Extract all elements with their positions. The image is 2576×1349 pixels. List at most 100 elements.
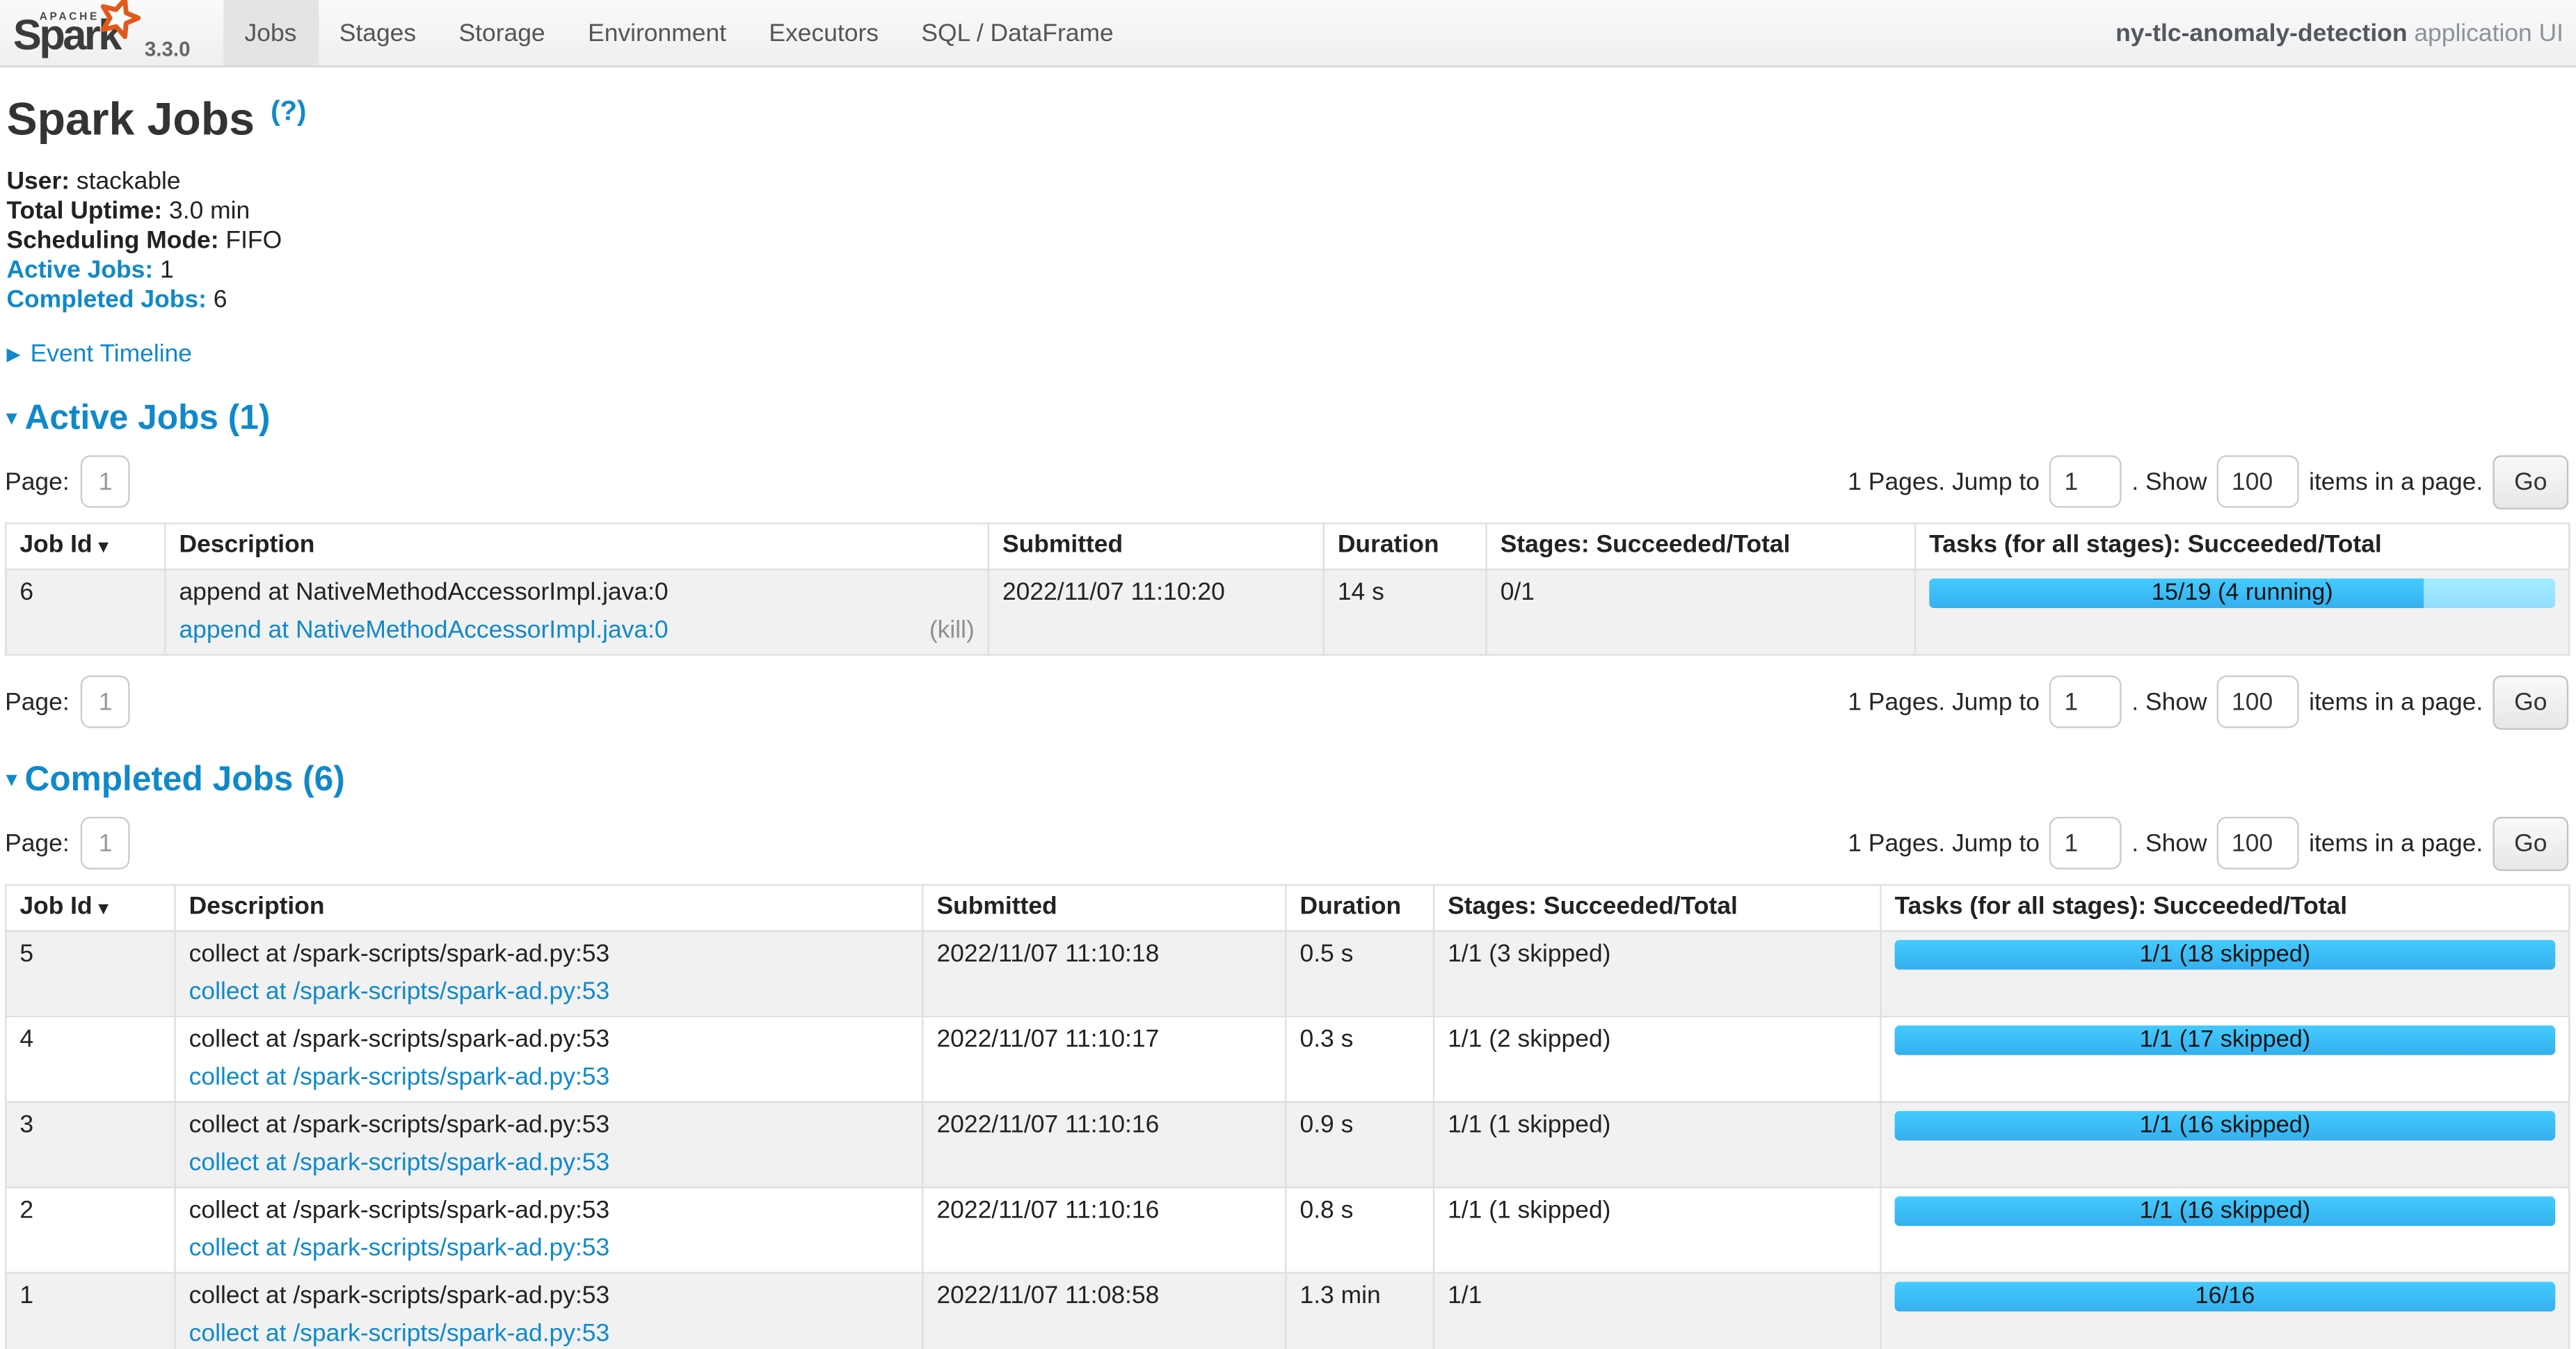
table-row: 4 collect at /spark-scripts/spark-ad.py:… (6, 1016, 2569, 1101)
items-label: items in a page. (2309, 688, 2483, 716)
jump-to-input[interactable] (2049, 676, 2122, 728)
job-description-cell: collect at /spark-scripts/spark-ad.py:53… (175, 1016, 923, 1101)
page-title: Spark Jobs (?) (6, 94, 2570, 147)
pages-info: 1 Pages. Jump to (1848, 688, 2040, 716)
stages-cell: 1/1 (1434, 1272, 1881, 1349)
pagination-row: Page: 1 Pages. Jump to . Show items in a… (5, 454, 2570, 509)
header-job-id[interactable]: Job Id▾ (6, 884, 175, 930)
completed-jobs-section-header[interactable]: ▾Completed Jobs (6) (6, 760, 2570, 800)
table-row: 2 collect at /spark-scripts/spark-ad.py:… (6, 1187, 2569, 1272)
header-duration[interactable]: Duration (1286, 884, 1434, 930)
job-description-link[interactable]: append at NativeMethodAccessorImpl.java:… (179, 616, 668, 644)
go-button[interactable]: Go (2493, 675, 2568, 729)
job-id-cell: 1 (6, 1272, 175, 1349)
header-description[interactable]: Description (175, 884, 923, 930)
job-description-link[interactable]: collect at /spark-scripts/spark-ad.py:53 (189, 1234, 610, 1261)
progress-label: 15/19 (4 running) (1929, 577, 2555, 607)
header-stages[interactable]: Stages: Succeeded/Total (1487, 522, 1916, 568)
tab-executors[interactable]: Executors (748, 0, 900, 65)
event-timeline-toggle[interactable]: ▶Event Timeline (6, 340, 2570, 367)
active-jobs-table: Job Id▾ Description Submitted Duration S… (5, 522, 2570, 655)
tab-jobs[interactable]: Jobs (223, 0, 318, 65)
job-description-cell: collect at /spark-scripts/spark-ad.py:53… (175, 1187, 923, 1272)
header-description[interactable]: Description (165, 522, 988, 568)
show-items-input[interactable] (2217, 676, 2299, 728)
job-id-cell: 5 (6, 930, 175, 1016)
tasks-cell: 16/16 (1881, 1272, 2570, 1349)
page-input[interactable] (81, 455, 130, 508)
header-tasks[interactable]: Tasks (for all stages): Succeeded/Total (1881, 884, 2570, 930)
job-description-link[interactable]: collect at /spark-scripts/spark-ad.py:53 (189, 1148, 610, 1176)
tab-environment[interactable]: Environment (566, 0, 747, 65)
stages-cell: 1/1 (1 skipped) (1434, 1187, 1881, 1272)
table-row: 3 collect at /spark-scripts/spark-ad.py:… (6, 1101, 2569, 1187)
show-label: . Show (2131, 688, 2207, 716)
submitted-cell: 2022/11/07 11:10:16 (922, 1101, 1286, 1187)
submitted-cell: 2022/11/07 11:10:16 (922, 1187, 1286, 1272)
job-description-text: collect at /spark-scripts/spark-ad.py:53 (189, 1110, 909, 1138)
tab-storage[interactable]: Storage (438, 0, 567, 65)
progress-label: 1/1 (18 skipped) (1895, 939, 2556, 969)
summary-scheduling-mode: Scheduling Mode: FIFO (6, 227, 2570, 256)
collapse-arrow-icon: ▾ (6, 767, 16, 790)
header-job-id[interactable]: Job Id▾ (6, 522, 165, 568)
go-button[interactable]: Go (2493, 454, 2568, 509)
spark-logo: APACHE Spark (13, 0, 131, 61)
completed-jobs-link[interactable]: Completed Jobs: (6, 285, 206, 313)
job-id-cell: 4 (6, 1016, 175, 1101)
active-jobs-section-header[interactable]: ▾Active Jobs (1) (6, 399, 2570, 438)
duration-cell: 14 s (1324, 568, 1487, 654)
jump-to-input[interactable] (2049, 455, 2122, 508)
header-submitted[interactable]: Submitted (989, 522, 1324, 568)
go-button[interactable]: Go (2493, 816, 2568, 870)
page-input[interactable] (81, 676, 130, 728)
table-header-row: Job Id▾ Description Submitted Duration S… (6, 884, 2569, 930)
sort-desc-icon: ▾ (99, 898, 108, 918)
active-jobs-link[interactable]: Active Jobs: (6, 256, 153, 284)
header-stages[interactable]: Stages: Succeeded/Total (1434, 884, 1881, 930)
summary-user: User: stackable (6, 168, 2570, 197)
job-description-text: collect at /spark-scripts/spark-ad.py:53 (189, 1281, 909, 1309)
spark-logo-link[interactable]: APACHE Spark 3.3.0 (0, 0, 207, 65)
top-navbar: APACHE Spark 3.3.0 Jobs Stages Storage E… (0, 0, 2576, 67)
tasks-progress-bar: 1/1 (16 skipped) (1895, 1110, 2556, 1140)
pagination-row: Page: 1 Pages. Jump to . Show items in a… (5, 816, 2570, 870)
job-description-cell: collect at /spark-scripts/spark-ad.py:53… (175, 930, 923, 1016)
summary-list: User: stackable Total Uptime: 3.0 min Sc… (6, 168, 2570, 314)
job-description-link[interactable]: collect at /spark-scripts/spark-ad.py:53 (189, 977, 610, 1005)
job-description-cell: append at NativeMethodAccessorImpl.java:… (165, 568, 988, 654)
page-selector: Page: (5, 455, 130, 508)
page-selector: Page: (5, 817, 130, 870)
job-description-text: append at NativeMethodAccessorImpl.java:… (179, 577, 974, 605)
job-description-cell: collect at /spark-scripts/spark-ad.py:53… (175, 1272, 923, 1349)
help-link[interactable]: (?) (271, 95, 306, 127)
table-header-row: Job Id▾ Description Submitted Duration S… (6, 522, 2569, 568)
header-submitted[interactable]: Submitted (922, 884, 1286, 930)
header-tasks[interactable]: Tasks (for all stages): Succeeded/Total (1915, 522, 2569, 568)
duration-cell: 0.3 s (1286, 1016, 1434, 1101)
kill-link[interactable]: (kill) (929, 616, 975, 644)
job-id-cell: 3 (6, 1101, 175, 1187)
pagination-controls: 1 Pages. Jump to . Show items in a page.… (1848, 816, 2570, 870)
main-content: Spark Jobs (?) User: stackable Total Upt… (0, 94, 2576, 1349)
tab-sql-dataframe[interactable]: SQL / DataFrame (900, 0, 1135, 65)
jump-to-input[interactable] (2049, 817, 2122, 870)
tasks-progress-bar: 1/1 (17 skipped) (1895, 1025, 2556, 1055)
duration-cell: 0.8 s (1286, 1187, 1434, 1272)
event-timeline-label: Event Timeline (31, 340, 192, 367)
nav-tabs: Jobs Stages Storage Environment Executor… (223, 0, 1135, 65)
show-items-input[interactable] (2217, 817, 2299, 870)
page-input[interactable] (81, 817, 130, 870)
tasks-cell: 15/19 (4 running) (1915, 568, 2569, 654)
pages-info: 1 Pages. Jump to (1848, 829, 2040, 857)
header-duration[interactable]: Duration (1324, 522, 1487, 568)
pagination-row: Page: 1 Pages. Jump to . Show items in a… (5, 675, 2570, 729)
progress-label: 1/1 (16 skipped) (1895, 1110, 2556, 1140)
sort-desc-icon: ▾ (99, 536, 108, 556)
tab-stages[interactable]: Stages (318, 0, 438, 65)
job-description-link[interactable]: collect at /spark-scripts/spark-ad.py:53 (189, 1319, 610, 1347)
summary-scheduling-label: Scheduling Mode: (6, 227, 218, 255)
show-items-input[interactable] (2217, 455, 2299, 508)
job-description-link[interactable]: collect at /spark-scripts/spark-ad.py:53 (189, 1062, 610, 1090)
summary-user-value: stackable (77, 168, 181, 195)
